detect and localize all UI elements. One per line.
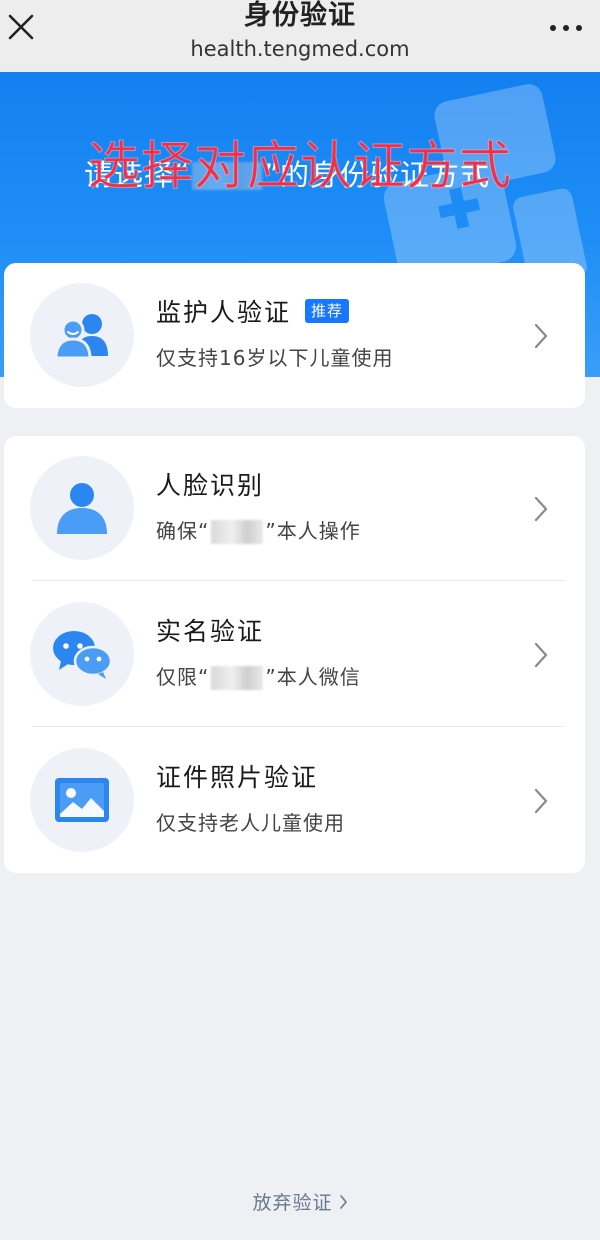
option-description: 仅支持16岁以下儿童使用: [156, 346, 394, 370]
more-menu-icon[interactable]: [546, 14, 586, 42]
chevron-right-icon: [534, 788, 548, 814]
redacted-name-blur: [211, 665, 264, 690]
option-description-post: ”本人操作: [265, 519, 361, 543]
guardian-icon: [54, 314, 108, 360]
page: 身份验证 health.tengmed.com 请选择“ ”的身份验证方式 选择对…: [0, 0, 600, 1240]
option-description: 仅限“ ”本人微信: [156, 664, 361, 691]
chevron-right-icon: [339, 1194, 347, 1209]
redacted-name-blur: [211, 519, 264, 544]
abandon-verification-link[interactable]: 放弃验证: [0, 1188, 600, 1215]
option-description: 确保“ ”本人操作: [156, 518, 361, 545]
option-face-recognition[interactable]: 人脸识别 确保“ ”本人操作: [4, 436, 585, 581]
option-description-pre: 确保“: [156, 519, 210, 543]
page-title: 身份验证: [244, 0, 356, 31]
option-id-photo-verification[interactable]: 证件照片验证 仅支持老人儿童使用: [4, 728, 585, 873]
guardian-card: 监护人验证 推荐 仅支持16岁以下儿童使用: [4, 263, 585, 408]
option-title: 人脸识别: [156, 471, 265, 500]
divider: [32, 726, 564, 727]
id-photo-icon-circle: [30, 748, 134, 852]
option-title: 实名验证: [156, 617, 265, 646]
page-url: health.tengmed.com: [190, 37, 410, 61]
option-real-name-verification[interactable]: 实名验证 仅限“ ”本人微信: [4, 582, 585, 727]
option-description: 仅支持老人儿童使用: [156, 811, 345, 835]
recommended-badge: 推荐: [305, 299, 350, 323]
annotation-overlay-text: 选择对应认证方式: [87, 137, 512, 198]
id-photo-icon: [55, 778, 109, 822]
verification-methods-card: 人脸识别 确保“ ”本人操作 实名验证 仅限“ ”本人微信 证件照片验证 仅支持…: [4, 436, 585, 873]
divider: [32, 580, 564, 581]
abandon-label: 放弃验证: [252, 1192, 333, 1214]
option-title: 证件照片验证: [156, 763, 319, 792]
chevron-right-icon: [534, 642, 548, 668]
chevron-right-icon: [534, 323, 548, 349]
option-title: 监护人验证 推荐: [156, 297, 350, 329]
top-nav-bar: 身份验证 health.tengmed.com: [0, 0, 600, 72]
guardian-icon-circle: [30, 283, 134, 387]
wechat-icon-circle: [30, 602, 134, 706]
chevron-right-icon: [534, 496, 548, 522]
wechat-icon: [53, 631, 113, 679]
option-title-text: 监护人验证: [156, 298, 292, 327]
option-description-pre: 仅限“: [156, 665, 210, 689]
option-guardian-verification[interactable]: 监护人验证 推荐 仅支持16岁以下儿童使用: [4, 263, 585, 408]
option-description-post: ”本人微信: [265, 665, 361, 689]
face-icon-circle: [30, 456, 134, 560]
face-icon: [57, 483, 107, 534]
